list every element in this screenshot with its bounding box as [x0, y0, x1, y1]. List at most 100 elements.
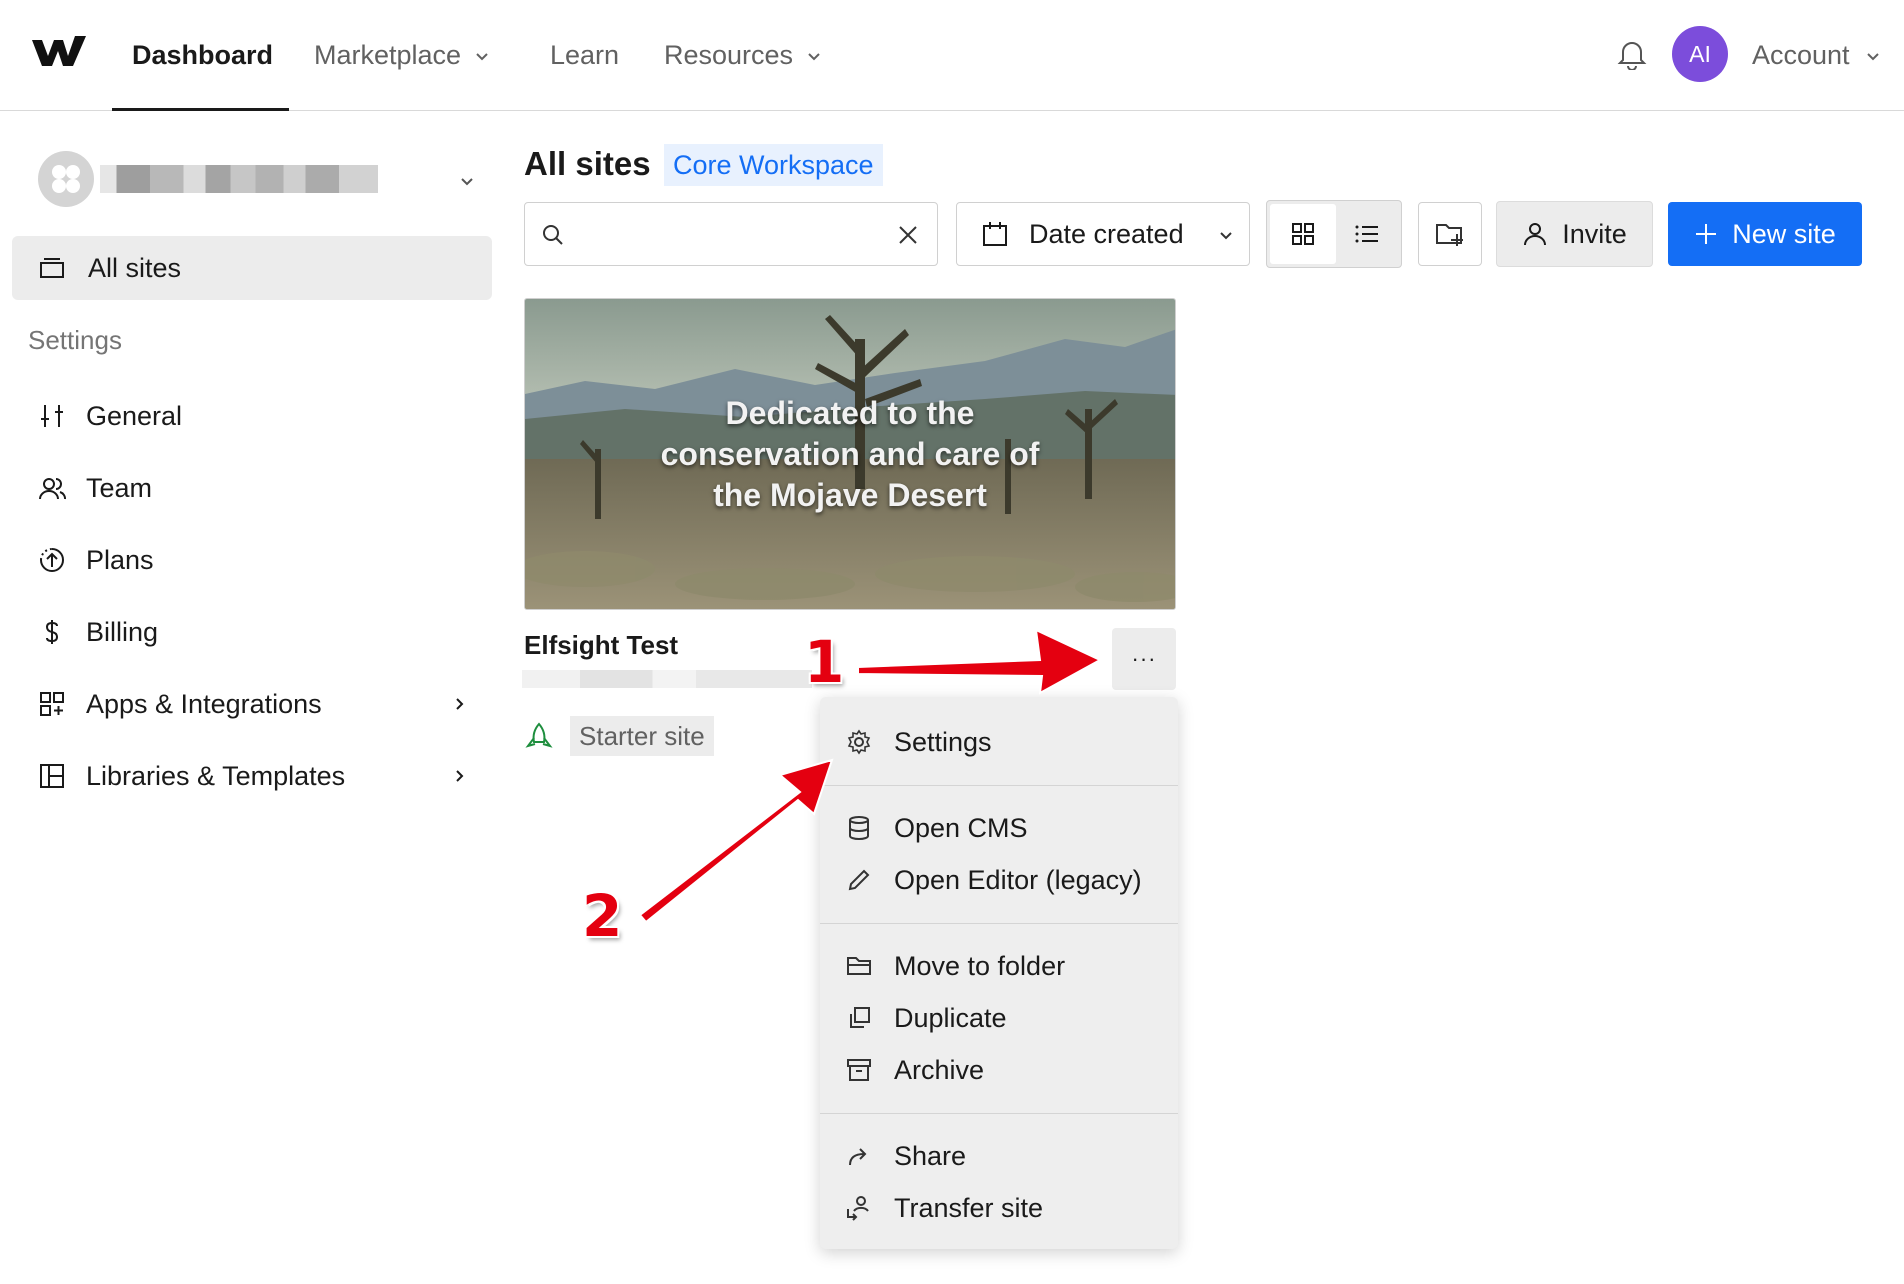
dollar-icon	[45, 620, 59, 644]
sidebar-item-label: Plans	[86, 544, 154, 575]
menu-item-label: Archive	[894, 1054, 985, 1085]
sidebar-item-label: General	[86, 400, 183, 431]
menu-divider	[820, 1113, 1178, 1114]
nav-marketplace-label: Marketplace	[314, 40, 462, 70]
active-tab-indicator	[112, 108, 289, 111]
nav-marketplace[interactable]: Marketplace	[314, 0, 491, 111]
nav-learn-label: Learn	[550, 40, 620, 70]
transfer-icon	[847, 1196, 869, 1221]
sidebar-item-general[interactable]: General	[38, 394, 468, 438]
sidebar-item-plans[interactable]: Plans	[38, 538, 468, 582]
annotation-step-2: 2	[582, 882, 623, 950]
list-view-button[interactable]	[1334, 204, 1400, 264]
sidebar-item-label: Libraries & Templates	[86, 760, 346, 791]
archive-icon	[847, 1059, 871, 1081]
webflow-logo-icon[interactable]	[32, 34, 86, 68]
site-thumbnail[interactable]: Dedicated to the conservation and care o…	[524, 298, 1176, 610]
view-toggle	[1266, 200, 1402, 268]
plans-icon	[40, 548, 64, 572]
duplicate-icon	[850, 1007, 870, 1028]
avatar-initials: AI	[1689, 40, 1711, 67]
account-label: Account	[1752, 40, 1850, 70]
arrow-to-settings	[638, 758, 834, 924]
sidebar-item-label: Apps & Integrations	[86, 688, 322, 719]
top-navigation: Dashboard Marketplace Learn Resources AI…	[0, 0, 1904, 111]
menu-item-move-to-folder[interactable]: Move to folder	[846, 943, 1065, 989]
search-input[interactable]	[569, 213, 889, 255]
grid-view-button[interactable]	[1270, 204, 1336, 264]
sidebar-item-billing[interactable]: Billing	[38, 610, 468, 654]
site-name[interactable]: Elfsight Test	[524, 630, 678, 661]
sidebar-item-apps-integrations[interactable]: Apps & Integrations	[38, 682, 468, 726]
rocket-icon	[525, 722, 553, 748]
clear-search-icon[interactable]	[897, 224, 919, 246]
chevron-right-icon	[456, 698, 464, 710]
database-icon	[849, 816, 869, 840]
thumbnail-caption-line: Dedicated to the	[725, 395, 975, 431]
menu-item-label: Settings	[894, 726, 992, 757]
workspace-badge: Core Workspace	[664, 144, 883, 186]
menu-item-open-editor[interactable]: Open Editor (legacy)	[846, 857, 1142, 903]
gear-icon	[847, 729, 871, 755]
annotation-step-1: 1	[804, 628, 845, 696]
workspace-avatar	[38, 151, 94, 207]
avatar[interactable]: AI	[1672, 26, 1728, 82]
folder-add-icon	[1436, 224, 1463, 246]
list-icon	[1355, 225, 1378, 243]
sidebar-item-label: All sites	[88, 252, 182, 283]
sidebar-item-all-sites[interactable]: All sites	[12, 236, 492, 300]
sort-label: Date created	[1029, 218, 1184, 249]
workspace-name-redacted	[100, 165, 378, 193]
chevron-down-icon	[476, 52, 488, 60]
nav-resources[interactable]: Resources	[664, 0, 823, 111]
menu-divider	[820, 923, 1178, 924]
nav-learn[interactable]: Learn	[550, 0, 619, 111]
search-box[interactable]	[524, 202, 938, 266]
menu-item-archive[interactable]: Archive	[846, 1047, 984, 1093]
plan-badge: Starter site	[570, 716, 714, 756]
menu-item-label: Duplicate	[894, 1002, 1007, 1033]
invite-label: Invite	[1562, 218, 1627, 249]
menu-item-label: Transfer site	[894, 1192, 1044, 1223]
sidebar-item-label: Billing	[86, 616, 159, 647]
libraries-icon	[40, 764, 64, 788]
bell-icon[interactable]	[1617, 38, 1647, 70]
workspace-switcher[interactable]	[38, 150, 478, 208]
menu-item-label: Share	[894, 1140, 967, 1171]
chevron-down-icon	[461, 178, 473, 186]
menu-item-label: Open CMS	[894, 812, 1028, 843]
plus-icon	[1696, 224, 1717, 244]
folder-icon	[847, 957, 871, 975]
invite-button[interactable]: Invite	[1496, 201, 1653, 267]
site-plan: Starter site	[524, 716, 714, 756]
menu-item-open-cms[interactable]: Open CMS	[846, 805, 1028, 851]
nav-resources-label: Resources	[664, 40, 794, 70]
chevron-down-icon	[1866, 52, 1879, 60]
sidebar-item-libraries-templates[interactable]: Libraries & Templates	[38, 754, 468, 798]
menu-divider	[820, 785, 1178, 786]
menu-item-settings[interactable]: Settings	[846, 719, 992, 765]
calendar-icon	[983, 222, 1007, 246]
search-icon	[543, 225, 563, 245]
sliders-icon	[41, 405, 63, 427]
chevron-down-icon	[808, 52, 820, 60]
sites-icon	[40, 258, 64, 278]
menu-item-share[interactable]: Share	[846, 1133, 966, 1179]
new-site-button[interactable]: New site	[1668, 202, 1862, 266]
sort-dropdown[interactable]: Date created	[956, 202, 1250, 266]
thumbnail-caption-line: the Mojave Desert	[713, 477, 987, 513]
menu-item-transfer-site[interactable]: Transfer site	[846, 1185, 1043, 1231]
nav-dashboard[interactable]: Dashboard	[132, 0, 273, 111]
site-options-menu: Settings Open CMS Open Editor (legacy) M…	[820, 697, 1178, 1249]
share-icon	[849, 1148, 867, 1166]
new-folder-button[interactable]	[1418, 202, 1482, 266]
account-menu[interactable]: Account	[1752, 0, 1882, 111]
pencil-icon	[848, 869, 870, 891]
sidebar-item-team[interactable]: Team	[38, 466, 468, 510]
thumbnail-caption: Dedicated to the conservation and care o…	[525, 393, 1175, 516]
menu-item-label: Move to folder	[894, 950, 1066, 981]
site-more-options-button[interactable]: ···	[1112, 628, 1176, 690]
menu-item-duplicate[interactable]: Duplicate	[846, 995, 1007, 1041]
sidebar-item-label: Team	[86, 472, 153, 503]
site-url-redacted	[522, 670, 812, 688]
